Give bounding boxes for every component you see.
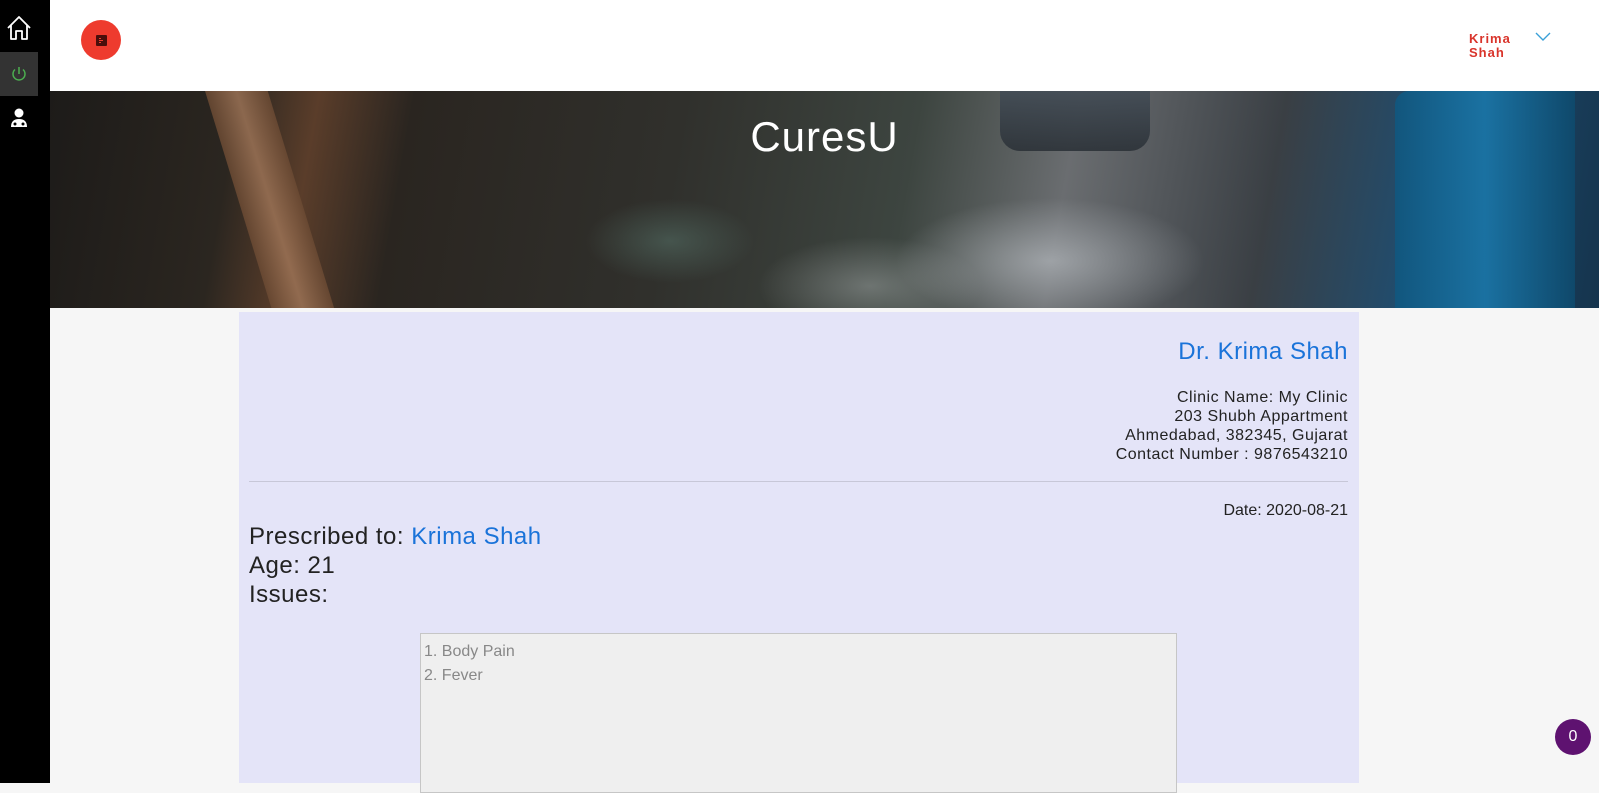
- patient-name: Krima Shah: [411, 523, 542, 550]
- sidebar: [0, 0, 50, 783]
- prescribed-to: Prescribed to: Krima Shah: [249, 522, 542, 551]
- divider: [249, 481, 1348, 482]
- chevron-down-icon[interactable]: [1535, 32, 1551, 42]
- sidebar-item-home[interactable]: [0, 6, 38, 50]
- clinic-name: Clinic Name: My Clinic: [1176, 389, 1348, 406]
- top-bar: Krima Shah: [50, 0, 1599, 91]
- patient-info: Prescribed to: Krima Shah Age: 21 Issues…: [249, 522, 542, 609]
- hero-title: CuresU: [750, 113, 899, 160]
- clinic-details: Clinic Name: My Clinic 203 Shubh Appartm…: [1116, 388, 1348, 464]
- user-name[interactable]: Krima Shah: [1469, 32, 1529, 60]
- app-logo[interactable]: [81, 20, 121, 60]
- hero-banner: CuresU: [50, 91, 1599, 308]
- issues-textarea[interactable]: 1. Body Pain 2. Fever: [420, 633, 1177, 793]
- prescribed-label: Prescribed to:: [249, 523, 412, 550]
- patient-age: Age: 21: [249, 552, 336, 579]
- doctor-icon: [11, 108, 27, 127]
- prescription-panel: Dr. Krima Shah Clinic Name: My Clinic 20…: [239, 312, 1359, 793]
- clinic-address-line: 203 Shubh Appartment: [1174, 408, 1348, 425]
- issue-item: 1. Body Pain: [424, 643, 515, 660]
- doctor-name: Dr. Krima Shah: [1178, 338, 1348, 365]
- clinic-city-line: Ahmedabad, 382345, Gujarat: [1125, 427, 1348, 444]
- power-icon: [12, 67, 26, 81]
- home-icon: [7, 16, 31, 40]
- logo-icon: [95, 34, 107, 46]
- issue-item: 2. Fever: [424, 667, 483, 684]
- prescription-date: Date: 2020-08-21: [1223, 502, 1348, 519]
- sidebar-item-doctor[interactable]: [0, 96, 38, 140]
- issues-label: Issues:: [249, 581, 329, 608]
- sidebar-item-logout[interactable]: [0, 52, 38, 96]
- clinic-contact: Contact Number : 9876543210: [1115, 446, 1348, 463]
- notification-badge[interactable]: 0: [1555, 719, 1591, 755]
